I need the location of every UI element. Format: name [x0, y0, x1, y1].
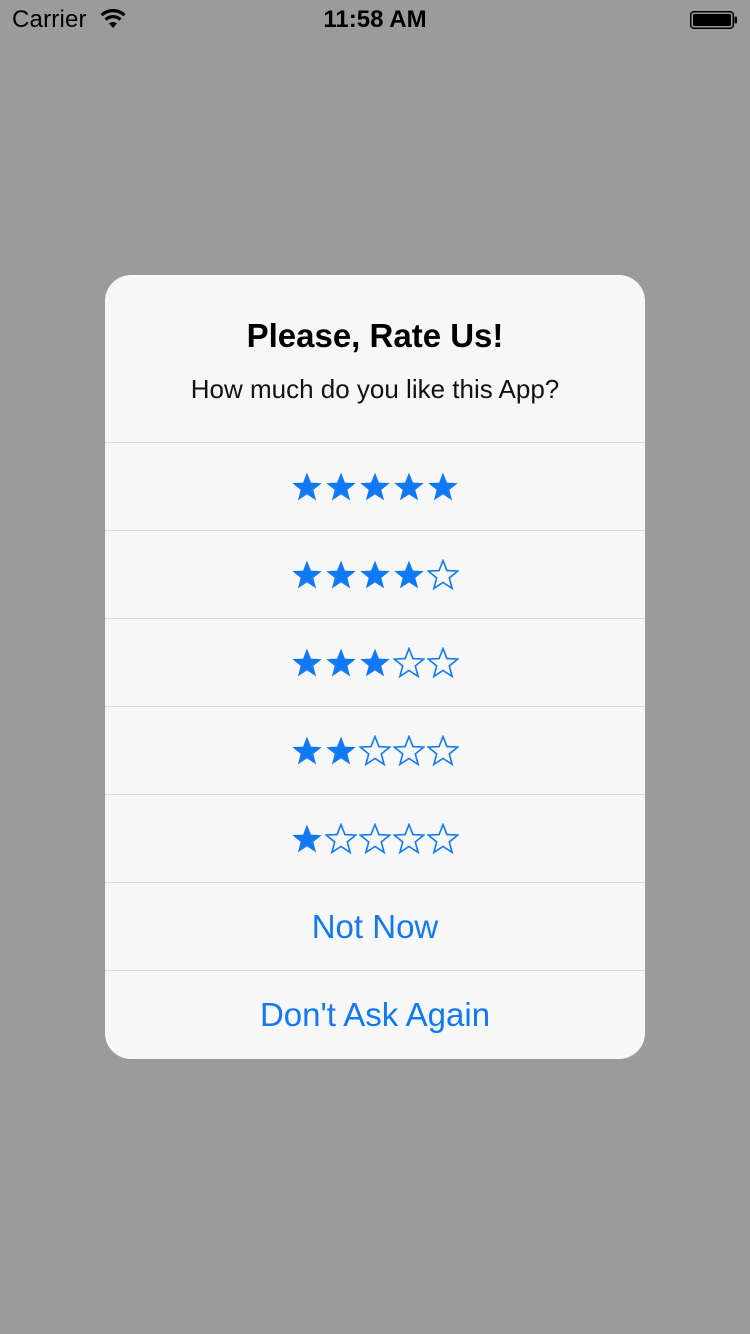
star-filled-icon — [360, 472, 390, 500]
star-empty-icon — [393, 646, 425, 678]
star-filled-icon — [292, 824, 322, 852]
dimmed-overlay: Please, Rate Us! How much do you like th… — [0, 0, 750, 1334]
star-empty-icon — [325, 822, 357, 854]
star-filled-icon — [292, 736, 322, 764]
star-empty-icon — [427, 822, 459, 854]
star-filled-icon — [360, 648, 390, 676]
star-rating — [291, 558, 459, 591]
star-empty-icon — [393, 822, 425, 854]
dont-ask-again-label: Don't Ask Again — [259, 996, 491, 1033]
star-filled-icon — [428, 472, 458, 500]
alert-header: Please, Rate Us! How much do you like th… — [105, 275, 645, 443]
alert-title: Please, Rate Us! — [246, 317, 504, 354]
star-rating — [291, 646, 459, 679]
star-filled-icon — [394, 560, 424, 588]
rate-3-stars-button[interactable] — [105, 619, 645, 707]
star-empty-icon — [359, 822, 391, 854]
alert-message: How much do you like this App? — [190, 374, 560, 404]
star-empty-icon — [359, 734, 391, 766]
rate-5-stars-button[interactable] — [105, 443, 645, 531]
star-filled-icon — [292, 648, 322, 676]
star-empty-icon — [393, 734, 425, 766]
star-rating — [291, 734, 459, 767]
star-filled-icon — [326, 648, 356, 676]
rate-2-stars-button[interactable] — [105, 707, 645, 795]
rate-1-star-button[interactable] — [105, 795, 645, 883]
star-filled-icon — [326, 472, 356, 500]
star-filled-icon — [326, 560, 356, 588]
star-filled-icon — [360, 560, 390, 588]
dont-ask-again-button[interactable]: Don't Ask Again — [105, 971, 645, 1059]
star-empty-icon — [427, 558, 459, 590]
star-filled-icon — [292, 560, 322, 588]
star-filled-icon — [292, 472, 322, 500]
star-empty-icon — [427, 734, 459, 766]
rate-us-alert: Please, Rate Us! How much do you like th… — [105, 275, 645, 1059]
rate-4-stars-button[interactable] — [105, 531, 645, 619]
star-filled-icon — [326, 736, 356, 764]
star-rating — [291, 822, 459, 855]
not-now-button[interactable]: Not Now — [105, 883, 645, 971]
star-empty-icon — [427, 646, 459, 678]
star-rating — [291, 471, 459, 503]
star-filled-icon — [394, 472, 424, 500]
not-now-label: Not Now — [311, 907, 439, 945]
